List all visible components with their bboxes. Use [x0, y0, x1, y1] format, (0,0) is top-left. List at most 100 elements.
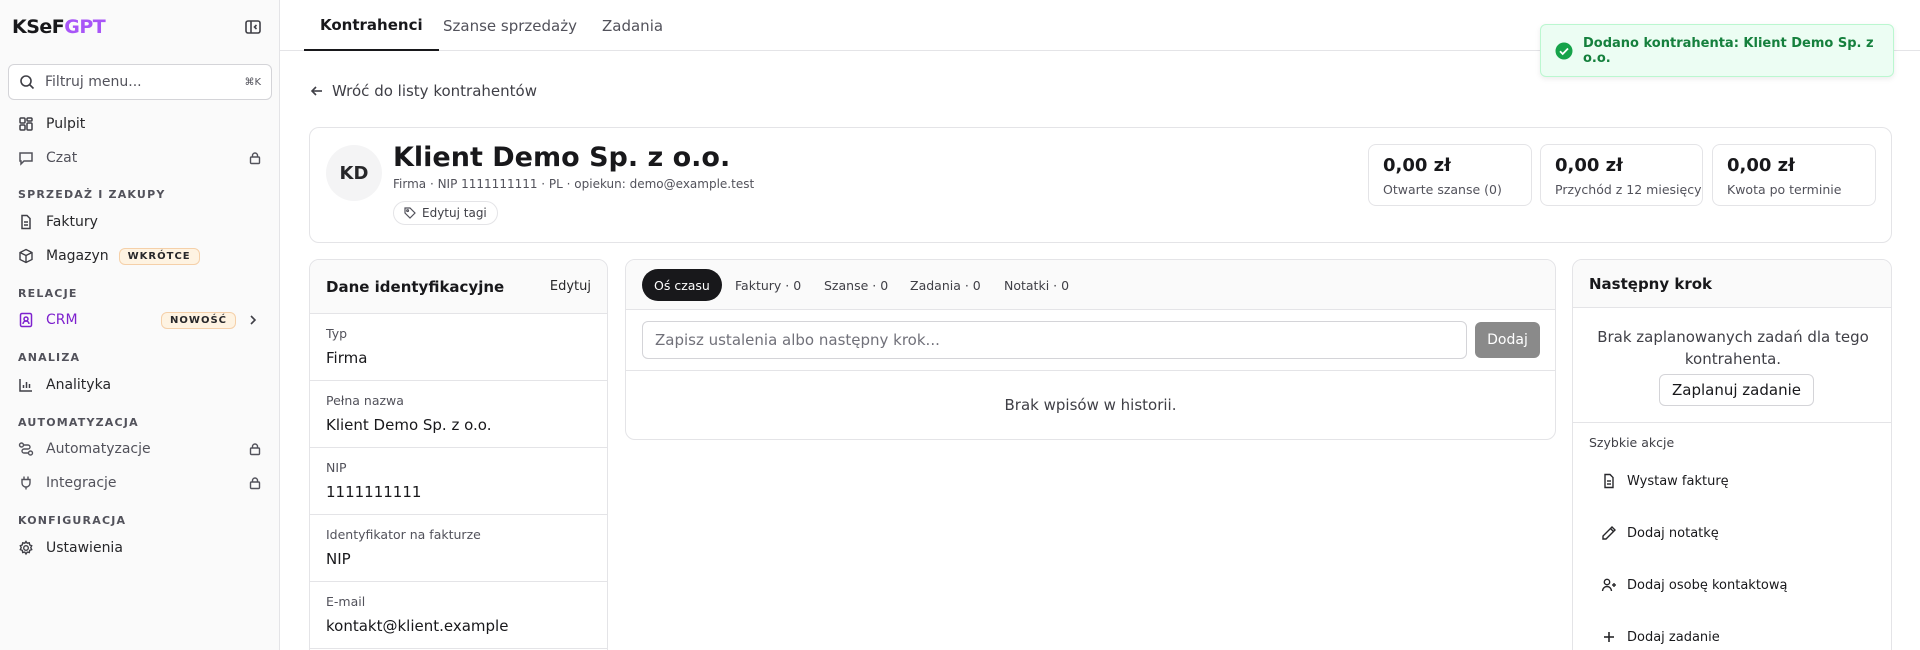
schedule-task-button[interactable]: Zaplanuj zadanie	[1659, 374, 1814, 406]
divider	[1573, 422, 1891, 423]
toast-message: Dodano kontrahenta: Klient Demo Sp. z o.…	[1583, 35, 1874, 66]
sidebar-item-automatyzacje[interactable]: Automatyzacje	[8, 434, 272, 464]
quick-action-add-task[interactable]: Dodaj zadanie	[1601, 625, 1720, 649]
section-label: KONFIGURACJA	[18, 514, 127, 527]
client-meta: Firma · NIP 1111111111 · PL · opiekun: d…	[393, 177, 755, 191]
lock-icon	[248, 476, 262, 490]
sidebar-item-integracje[interactable]: Integracje	[8, 468, 272, 498]
sidebar-item-label: Magazyn	[46, 248, 109, 264]
tab-szanse-sprzedazy[interactable]: Szanse sprzedaży	[443, 0, 577, 51]
back-to-list-link[interactable]: Wróć do listy kontrahentów	[310, 82, 537, 100]
field-label: Identyfikator na fakturze	[326, 527, 481, 542]
quick-action-issue-invoice[interactable]: Wystaw fakturę	[1601, 469, 1729, 493]
document-icon	[18, 214, 34, 230]
sidebar-item-czat[interactable]: Czat	[8, 143, 272, 173]
arrow-left-icon	[310, 84, 324, 98]
note-input[interactable]	[642, 321, 1467, 359]
field-invoice-identifier: Identyfikator na fakturze NIP	[310, 515, 607, 582]
page-title: Klient Demo Sp. z o.o.	[393, 142, 731, 173]
add-note-button[interactable]: Dodaj	[1475, 322, 1540, 358]
sidebar-item-label: Integracje	[46, 475, 117, 491]
field-email: E-mail kontakt@klient.example	[310, 582, 607, 649]
sidebar-item-label: Faktury	[46, 214, 98, 230]
success-toast: Dodano kontrahenta: Klient Demo Sp. z o.…	[1540, 24, 1894, 77]
card-title: Następny krok	[1573, 260, 1891, 308]
field-value: NIP	[326, 550, 351, 568]
no-tasks-message: Brak zaplanowanych zadań dla tego kontra…	[1597, 328, 1869, 368]
gear-icon	[18, 540, 34, 556]
new-badge: NOWOŚĆ	[161, 311, 236, 329]
identification-header: Dane identyfikacyjne Edytuj	[310, 260, 607, 314]
sidebar-item-label: Analityka	[46, 377, 112, 393]
sidebar-item-label: CRM	[46, 312, 78, 328]
user-plus-icon	[1601, 577, 1617, 593]
stat-open-opportunities: 0,00 zł Otwarte szanse (0)	[1368, 144, 1532, 206]
app-logo[interactable]: KSeFGPT	[12, 16, 106, 38]
field-type: Typ Firma	[310, 314, 607, 381]
field-value: kontakt@klient.example	[326, 617, 509, 635]
back-link-label: Wróć do listy kontrahentów	[332, 82, 537, 100]
logo-text: KSeF	[12, 16, 65, 38]
field-label: Pełna nazwa	[326, 393, 404, 408]
edit-tags-label: Edytuj tagi	[422, 206, 487, 220]
field-label: E-mail	[326, 594, 366, 609]
field-full-name: Pełna nazwa Klient Demo Sp. z o.o.	[310, 381, 607, 448]
contacts-icon	[18, 312, 34, 328]
identification-card: Dane identyfikacyjne Edytuj Typ Firma Pe…	[309, 259, 608, 650]
plus-icon	[1601, 629, 1617, 645]
chat-icon	[18, 150, 34, 166]
tag-icon	[404, 207, 416, 219]
sidebar-item-label: Czat	[46, 150, 78, 166]
workflow-icon	[18, 441, 34, 457]
section-label: AUTOMATYZACJA	[18, 416, 139, 429]
stat-revenue-12m: 0,00 zł Przychód z 12 miesięcy	[1540, 144, 1703, 206]
client-header-card: KD Klient Demo Sp. z o.o. Firma · NIP 11…	[309, 127, 1892, 243]
sidebar-item-label: Pulpit	[46, 116, 86, 132]
empty-history-message: Brak wpisów w historii.	[1004, 396, 1177, 414]
stat-value: 0,00 zł	[1555, 155, 1623, 176]
sidebar-toggle-icon[interactable]	[244, 18, 262, 36]
tab-zadania[interactable]: Zadania	[602, 0, 663, 51]
pencil-icon	[1601, 525, 1617, 541]
sidebar-item-analityka[interactable]: Analityka	[8, 370, 272, 400]
edit-identification-button[interactable]: Edytuj	[550, 279, 591, 294]
sidebar: KSeFGPT ⌘K Pulpit Czat SPRZEDAŻ I ZAKUPY…	[0, 0, 280, 650]
next-step-card: Następny krok Brak zaplanowanych zadań d…	[1572, 259, 1892, 650]
field-label: NIP	[326, 460, 347, 475]
timeline-tabs: Oś czasu Faktury · 0 Szanse · 0 Zadania …	[626, 260, 1555, 310]
menu-filter[interactable]: ⌘K	[8, 64, 272, 100]
menu-filter-input[interactable]	[45, 74, 245, 90]
sidebar-item-magazyn[interactable]: Magazyn WKRÓTCE	[8, 241, 272, 271]
tab-invoices[interactable]: Faktury · 0	[735, 269, 801, 301]
tab-tasks[interactable]: Zadania · 0	[910, 269, 981, 301]
logo-text-accent: GPT	[64, 16, 106, 38]
tab-kontrahenci[interactable]: Kontrahenci	[304, 0, 439, 51]
edit-tags-button[interactable]: Edytuj tagi	[393, 201, 498, 225]
divider	[626, 370, 1555, 371]
field-value: 1111111111	[326, 483, 422, 501]
invoice-icon	[1601, 473, 1617, 489]
lock-icon	[248, 151, 262, 165]
sidebar-item-pulpit[interactable]: Pulpit	[8, 109, 272, 139]
tab-notes[interactable]: Notatki · 0	[1004, 269, 1069, 301]
sidebar-item-ustawienia[interactable]: Ustawienia	[8, 533, 272, 563]
quick-action-add-contact[interactable]: Dodaj osobę kontaktową	[1601, 573, 1788, 597]
timeline-card: Oś czasu Faktury · 0 Szanse · 0 Zadania …	[625, 259, 1556, 440]
home-icon	[18, 116, 34, 132]
tab-timeline[interactable]: Oś czasu	[642, 269, 722, 301]
tab-opportunities[interactable]: Szanse · 0	[824, 269, 888, 301]
chevron-right-icon[interactable]	[246, 313, 260, 327]
stat-label: Otwarte szanse (0)	[1383, 182, 1502, 197]
section-label: RELACJE	[18, 287, 78, 300]
coming-soon-badge: WKRÓTCE	[118, 247, 200, 265]
quick-action-add-note[interactable]: Dodaj notatkę	[1601, 521, 1719, 545]
section-label: SPRZEDAŻ I ZAKUPY	[18, 188, 166, 201]
section-label: ANALIZA	[18, 351, 81, 364]
avatar: KD	[326, 145, 382, 201]
sidebar-item-crm[interactable]: CRM NOWOŚĆ	[8, 305, 272, 335]
field-value: Klient Demo Sp. z o.o.	[326, 416, 492, 434]
box-icon	[18, 248, 34, 264]
stat-value: 0,00 zł	[1727, 155, 1795, 176]
search-icon	[19, 74, 35, 90]
sidebar-item-faktury[interactable]: Faktury	[8, 207, 272, 237]
